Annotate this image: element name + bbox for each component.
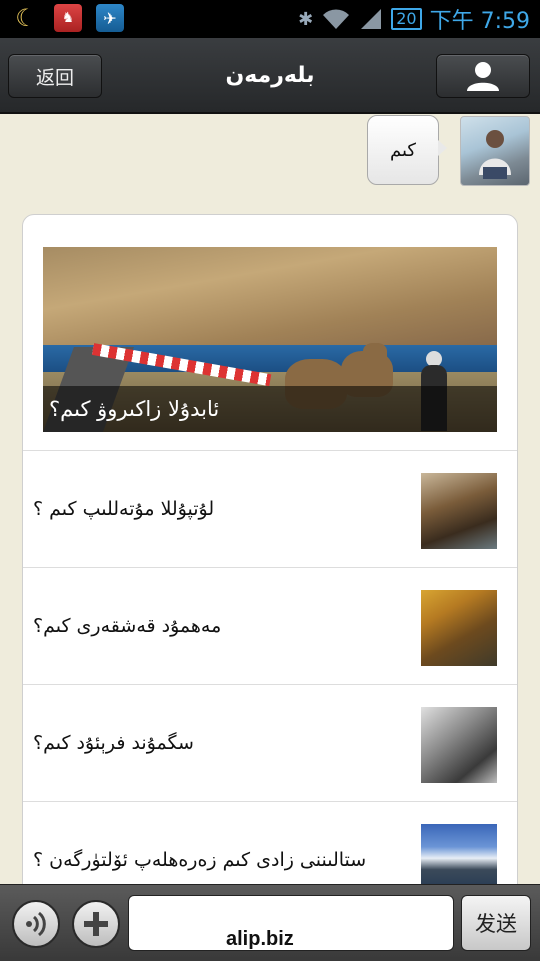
- back-button-label: 返回: [35, 66, 74, 89]
- back-button[interactable]: 返回: [8, 54, 102, 98]
- bluetooth-icon: ✱: [298, 8, 314, 30]
- list-item[interactable]: لۇتپۇللا مۇتەللىپ كىم ؟: [23, 450, 517, 567]
- hero-image: [43, 247, 497, 347]
- send-button[interactable]: 发送: [461, 895, 531, 951]
- news-title: لۇتپۇللا مۇتەللىپ كىم ؟: [33, 498, 215, 520]
- signal-icon: [359, 7, 383, 31]
- hero-caption: ئابدۇلا زاكىروۋ كىم؟: [43, 386, 497, 432]
- hero-news[interactable]: ئابدۇلا زاكىروۋ كىم؟: [43, 247, 497, 432]
- clock: 下午 7:59: [429, 9, 530, 34]
- list-item[interactable]: سگمۇند فرېئۇد كىم؟: [23, 684, 517, 801]
- moon-icon: ☾: [15, 4, 37, 32]
- news-title: مەھمۇد قەشقەرى كىم؟: [33, 615, 222, 637]
- news-card: ئابدۇلا زاكىروۋ كىم؟ لۇتپۇللا مۇتەللىپ ك…: [22, 214, 518, 916]
- send-button-label: 发送: [475, 912, 517, 936]
- voice-icon: [26, 911, 46, 937]
- title-bar: 返回 بلەرمەن: [0, 38, 540, 114]
- voice-button[interactable]: [12, 900, 60, 948]
- message-bubble[interactable]: كىم: [367, 115, 447, 185]
- news-thumbnail: [421, 707, 497, 783]
- list-item[interactable]: مەھمۇد قەشقەرى كىم؟: [23, 567, 517, 684]
- person-icon: [467, 62, 499, 91]
- news-thumbnail: [421, 473, 497, 549]
- news-thumbnail: [421, 590, 497, 666]
- notification-app-icon-2: ✈: [96, 4, 124, 32]
- watermark: alip.biz: [226, 928, 294, 950]
- message-text: كىم: [390, 139, 416, 161]
- wifi-icon: [321, 7, 351, 31]
- profile-button[interactable]: [436, 54, 530, 98]
- page-title: بلەرمەن: [225, 62, 315, 88]
- news-title: سگمۇند فرېئۇد كىم؟: [33, 732, 194, 754]
- plus-icon: [84, 912, 108, 936]
- add-button[interactable]: [72, 900, 120, 948]
- notification-app-icon: ♞: [54, 4, 82, 32]
- avatar[interactable]: [460, 116, 530, 186]
- status-bar: ☾ ♞ ✈ ✱ 20 下午 7:59: [0, 0, 540, 38]
- battery-icon: 20: [391, 8, 422, 30]
- avatar-photo: [479, 130, 511, 179]
